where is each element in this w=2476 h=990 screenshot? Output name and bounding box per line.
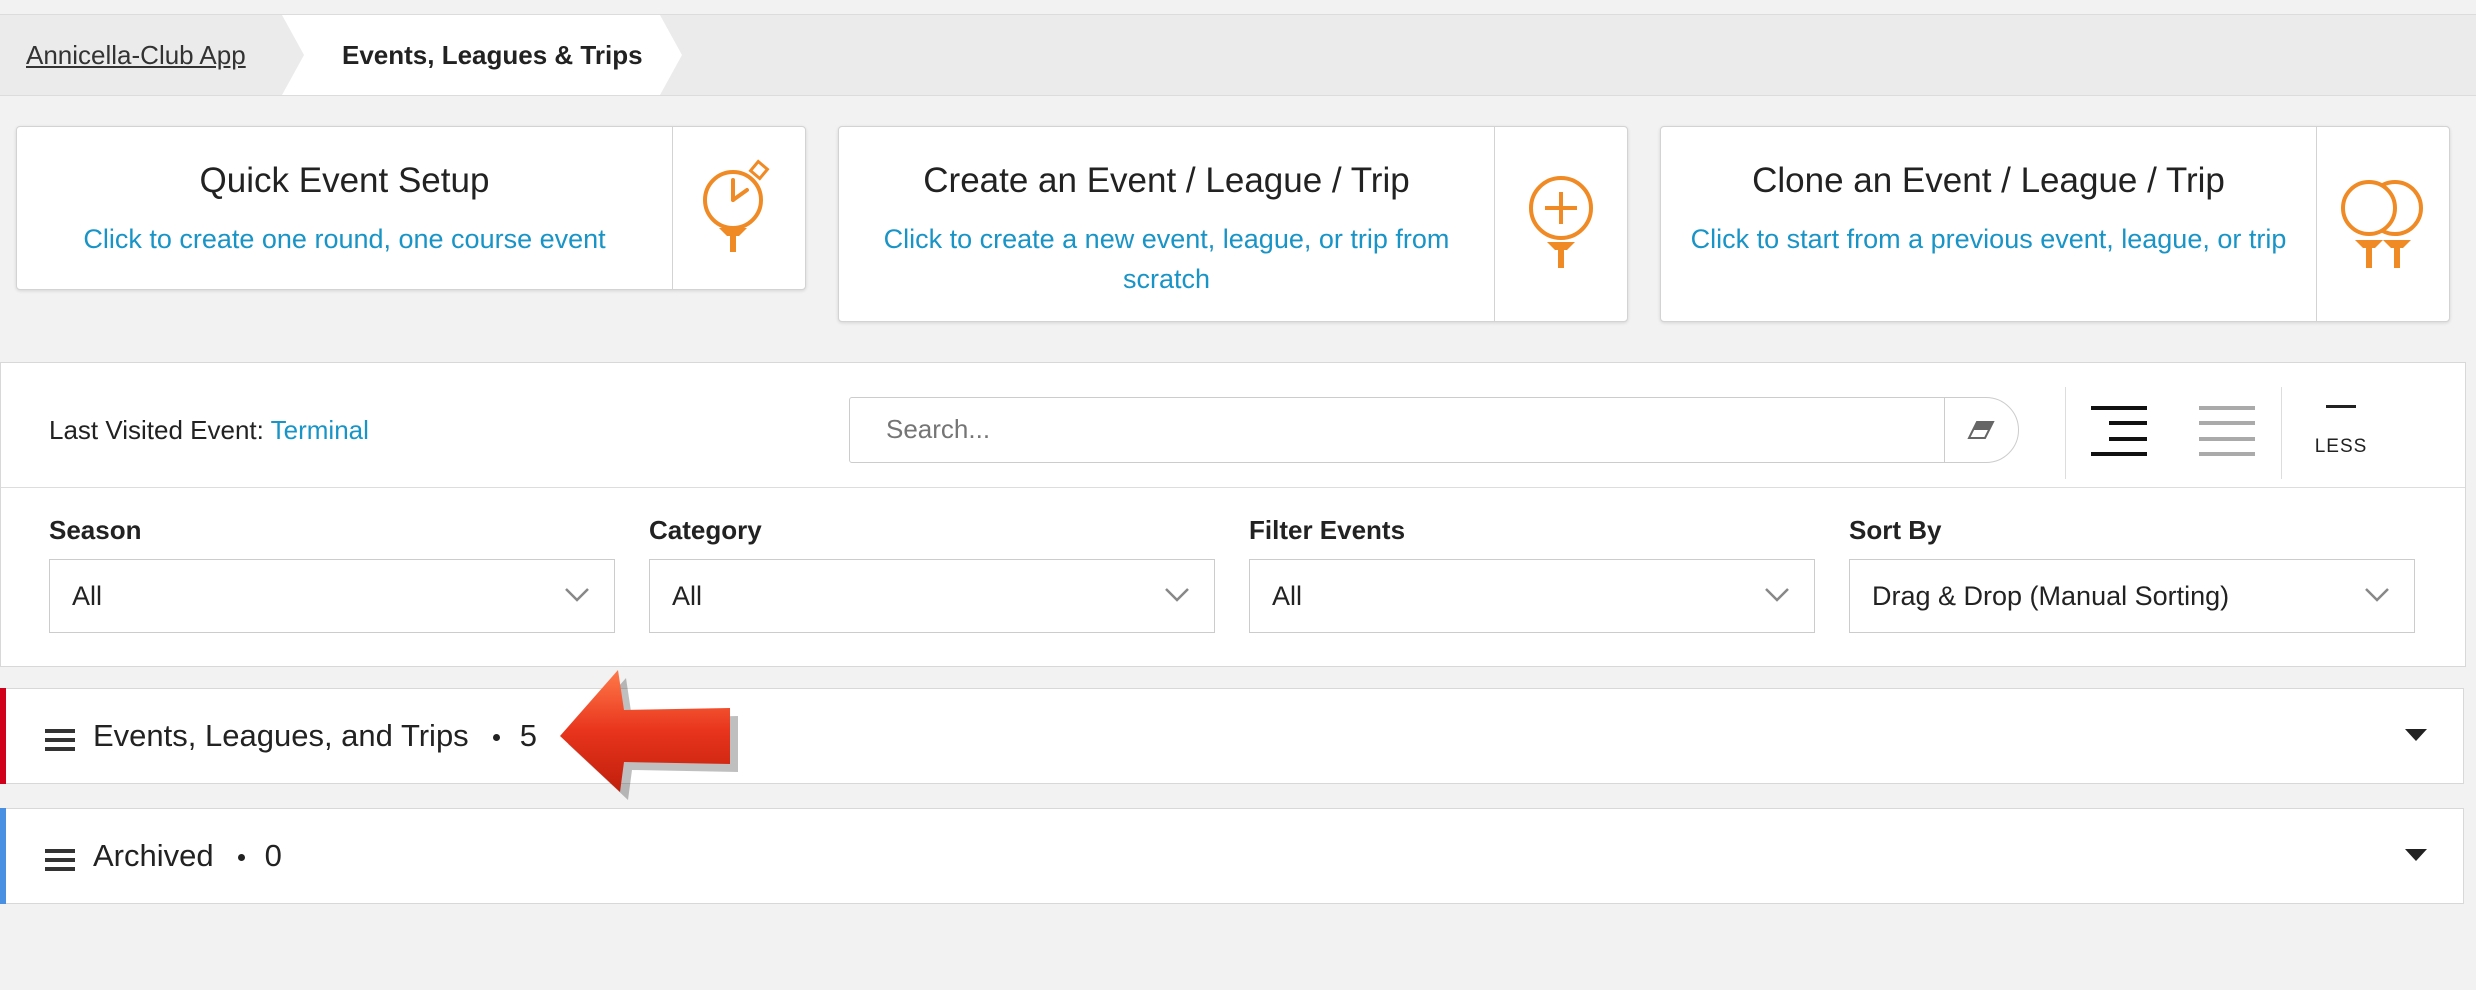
section-title-label: Archived bbox=[93, 838, 214, 873]
double-tee-icon bbox=[2316, 127, 2449, 321]
filter-events-select[interactable]: All bbox=[1249, 559, 1815, 633]
section-accent-bar bbox=[0, 808, 6, 904]
stopwatch-tee-icon bbox=[672, 127, 805, 289]
chevron-down-icon bbox=[2365, 588, 2389, 602]
filter-events-value: All bbox=[1272, 581, 1303, 611]
breadcrumb: Annicella-Club App Events, Leagues & Tri… bbox=[0, 14, 2476, 96]
last-visited-label: Last Visited Event: bbox=[49, 415, 264, 445]
archived-section-header[interactable]: Archived 0 bbox=[0, 808, 2464, 904]
search-input[interactable] bbox=[850, 398, 1930, 460]
divider bbox=[1, 487, 2465, 488]
card-subtitle: Click to create one round, one course ev… bbox=[83, 224, 606, 254]
last-visited-event-link[interactable]: Terminal bbox=[271, 415, 369, 445]
less-button[interactable]: LESS bbox=[2301, 399, 2381, 471]
category-value: All bbox=[672, 581, 703, 611]
breadcrumb-current: Events, Leagues & Trips bbox=[282, 15, 682, 95]
category-select[interactable]: All bbox=[649, 559, 1215, 633]
sort-by-label: Sort By bbox=[1849, 515, 1942, 545]
list-icon bbox=[2199, 406, 2255, 456]
last-visited: Last Visited Event: Terminal bbox=[49, 415, 369, 446]
card-title: Create an Event / League / Trip bbox=[923, 161, 1410, 200]
category-label: Category bbox=[649, 515, 762, 545]
chevron-down-icon bbox=[1165, 588, 1189, 602]
compact-list-icon bbox=[2091, 406, 2147, 456]
section-title: Events, Leagues, and Trips 5 bbox=[93, 689, 537, 783]
search-divider bbox=[1944, 398, 1945, 462]
breadcrumb-current-label: Events, Leagues & Trips bbox=[342, 40, 643, 70]
chevron-down-icon bbox=[1765, 588, 1789, 602]
season-value: All bbox=[72, 581, 103, 611]
section-count: 5 bbox=[519, 718, 537, 753]
section-accent-bar bbox=[0, 688, 6, 784]
season-label: Season bbox=[49, 515, 142, 545]
minus-icon bbox=[2326, 405, 2356, 408]
separator-dot bbox=[237, 854, 245, 862]
annotation-arrow-icon bbox=[560, 670, 738, 800]
hamburger-icon bbox=[45, 729, 75, 751]
caret-down-icon bbox=[2405, 729, 2427, 741]
card-subtitle: Click to start from a previous event, le… bbox=[1690, 224, 2287, 254]
expanded-view-button[interactable] bbox=[2187, 397, 2267, 467]
section-title: Archived 0 bbox=[93, 809, 282, 903]
season-select[interactable]: All bbox=[49, 559, 615, 633]
filter-panel: Last Visited Event: Terminal Search... L… bbox=[0, 362, 2466, 667]
plus-tee-icon bbox=[1494, 127, 1627, 321]
events-section-header[interactable]: Events, Leagues, and Trips 5 bbox=[0, 688, 2464, 784]
card-title: Quick Event Setup bbox=[199, 161, 490, 200]
separator-dot bbox=[492, 734, 500, 742]
clone-event-card[interactable]: Clone an Event / League / Trip Click to … bbox=[1660, 126, 2450, 322]
sort-by-select[interactable]: Drag & Drop (Manual Sorting) bbox=[1849, 559, 2415, 633]
section-title-label: Events, Leagues, and Trips bbox=[93, 718, 469, 753]
clear-search-button[interactable] bbox=[1946, 398, 2016, 462]
chevron-down-icon bbox=[565, 588, 589, 602]
section-count: 0 bbox=[264, 838, 282, 873]
search-box bbox=[849, 397, 2019, 463]
filter-events-label: Filter Events bbox=[1249, 515, 1406, 545]
caret-down-icon bbox=[2405, 849, 2427, 861]
divider bbox=[2065, 387, 2066, 479]
breadcrumb-home-link[interactable]: Annicella-Club App bbox=[26, 15, 246, 95]
hamburger-icon bbox=[45, 849, 75, 871]
create-event-card[interactable]: Create an Event / League / Trip Click to… bbox=[838, 126, 1628, 322]
compact-view-button[interactable] bbox=[2079, 397, 2159, 467]
sort-by-value: Drag & Drop (Manual Sorting) bbox=[1872, 581, 2230, 611]
card-subtitle: Click to create a new event, league, or … bbox=[883, 224, 1450, 294]
card-title: Clone an Event / League / Trip bbox=[1752, 161, 2225, 200]
less-label: LESS bbox=[2314, 436, 2368, 457]
quick-event-setup-card[interactable]: Quick Event Setup Click to create one ro… bbox=[16, 126, 806, 290]
eraser-icon bbox=[1967, 421, 1995, 439]
divider bbox=[2281, 387, 2282, 479]
